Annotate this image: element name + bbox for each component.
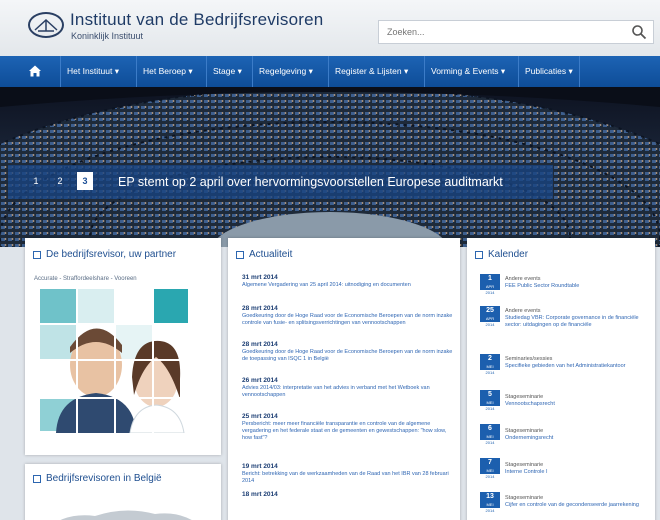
belgie-panel: Bedrijfsrevisoren in België (25, 464, 221, 520)
calendar-category: Stageseminarie (505, 462, 544, 468)
calendar-month: MEI (486, 400, 494, 405)
news-date: 19 mrt 2014 (242, 463, 278, 470)
calendar-date-badge: 1 APR 2014 (480, 274, 500, 296)
ibr-logo[interactable] (28, 12, 64, 38)
scale-logo-icon (34, 18, 58, 32)
hero-headline[interactable]: EP stemt op 2 april over hervormingsvoor… (118, 175, 503, 189)
kalender-panel-title[interactable]: Kalender (488, 249, 528, 260)
calendar-event-link[interactable]: Studiedag VBR: Corporate governance in d… (505, 315, 645, 329)
calendar-day: 13 (486, 493, 494, 500)
calendar-date-badge: 7 MEI 2014 (480, 458, 500, 480)
slide-button-2[interactable]: 2 (52, 172, 68, 190)
news-link[interactable]: Bericht: betrekking van de werkzaamheden… (242, 471, 454, 485)
square-bullet-icon (475, 251, 483, 259)
search-icon[interactable] (631, 24, 647, 40)
news-date: 28 mrt 2014 (242, 341, 278, 348)
calendar-event-link[interactable]: Vennootschapsrecht (505, 401, 645, 408)
belgie-panel-title[interactable]: Bedrijfsrevisoren in België (46, 473, 162, 484)
square-bullet-icon (33, 251, 41, 259)
search-input[interactable] (379, 21, 619, 43)
nav-item-register-lijsten[interactable]: Register & Lijsten ▾ (328, 56, 414, 87)
news-link[interactable]: Persbericht: meer meer financiële transp… (242, 421, 454, 442)
news-date: 25 mrt 2014 (242, 413, 278, 420)
site-subtitle: Koninklijk Instituut (71, 31, 144, 41)
calendar-year: 2014 (480, 322, 500, 328)
main-nav: Het Instituut ▾ Het Beroep ▾ Stage ▾ Reg… (0, 56, 660, 87)
partner-tagline: Accurate - Straffordeelshare - Vooreen (34, 276, 137, 282)
calendar-category: Stageseminarie (505, 428, 544, 434)
site-title[interactable]: Instituut van de Bedrijfsrevisoren (70, 10, 323, 30)
calendar-date-badge: 6 MEI 2014 (480, 424, 500, 446)
calendar-day: 7 (488, 459, 492, 466)
square-bullet-icon (236, 251, 244, 259)
calendar-date-badge: 25 APR 2014 (480, 306, 500, 328)
calendar-event-link[interactable]: Ondernemingsrecht (505, 435, 645, 442)
calendar-year: 2014 (480, 290, 500, 296)
belgium-map-image (60, 510, 192, 520)
calendar-year: 2014 (480, 508, 500, 514)
calendar-event-link[interactable]: Interne Controle I (505, 469, 645, 476)
calendar-category: Seminaries/sessies (505, 356, 553, 362)
search-box (378, 20, 654, 44)
calendar-day: 6 (488, 425, 492, 432)
calendar-year: 2014 (480, 474, 500, 480)
calendar-month: MEI (486, 468, 494, 473)
calendar-event-link[interactable]: Cijfer en controle van de gecondenseerde… (505, 502, 645, 509)
calendar-event-link[interactable]: FEE Public Sector Roundtable (505, 283, 645, 290)
calendar-month: MEI (486, 502, 494, 507)
calendar-event-link[interactable]: Specifieke gebieden van het Administrati… (505, 363, 645, 370)
nav-item-stage[interactable]: Stage ▾ (206, 56, 248, 87)
calendar-date-badge: 5 MEI 2014 (480, 390, 500, 412)
calendar-month: MEI (486, 364, 494, 369)
calendar-month: MEI (486, 434, 494, 439)
site-header: Instituut van de Bedrijfsrevisoren Konin… (0, 0, 660, 56)
nav-item-het-instituut[interactable]: Het Instituut ▾ (60, 56, 125, 87)
calendar-category: Andere events (505, 308, 541, 314)
calendar-date-badge: 2 MEI 2014 (480, 354, 500, 376)
news-link[interactable]: Algemene Vergadering van 25 april 2014: … (242, 282, 454, 289)
calendar-category: Stageseminarie (505, 495, 544, 501)
news-date: 28 mrt 2014 (242, 305, 278, 312)
square-bullet-icon (33, 475, 41, 483)
calendar-category: Andere events (505, 276, 541, 282)
partner-photo-image (38, 287, 190, 433)
slide-button-3[interactable]: 3 (77, 172, 93, 190)
nav-item-het-beroep[interactable]: Het Beroep ▾ (136, 56, 199, 87)
news-link[interactable]: Goedkeuring door de Hoge Raad voor de Ec… (242, 349, 454, 363)
news-date: 31 mrt 2014 (242, 274, 278, 281)
calendar-month: APR (485, 284, 495, 289)
news-link[interactable]: Advies 2014/03: interpretatie van het ad… (242, 385, 454, 399)
news-link[interactable]: Goedkeuring door de Hoge Raad voor de Ec… (242, 313, 454, 327)
nav-item-publicaties[interactable]: Publicaties ▾ (518, 56, 580, 87)
calendar-year: 2014 (480, 406, 500, 412)
calendar-day: 2 (488, 355, 492, 362)
calendar-day: 25 (486, 307, 494, 314)
nav-item-regelgeving[interactable]: Regelgeving ▾ (252, 56, 319, 87)
calendar-date-badge: 13 MEI 2014 (480, 492, 500, 514)
partner-panel-title[interactable]: De bedrijfsrevisor, uw partner (46, 249, 176, 260)
calendar-category: Stageseminarie (505, 394, 544, 400)
news-date: 26 mrt 2014 (242, 377, 278, 384)
nav-item-vorming-events[interactable]: Vorming & Events ▾ (424, 56, 511, 87)
calendar-year: 2014 (480, 370, 500, 376)
calendar-day: 1 (488, 275, 492, 282)
calendar-day: 5 (488, 391, 492, 398)
home-icon[interactable] (28, 64, 42, 78)
slide-button-1[interactable]: 1 (28, 172, 44, 190)
calendar-year: 2014 (480, 440, 500, 446)
calendar-month: APR (485, 316, 495, 321)
news-date: 18 mrt 2014 (242, 491, 278, 498)
actualiteit-panel-title[interactable]: Actualiteit (249, 249, 292, 260)
